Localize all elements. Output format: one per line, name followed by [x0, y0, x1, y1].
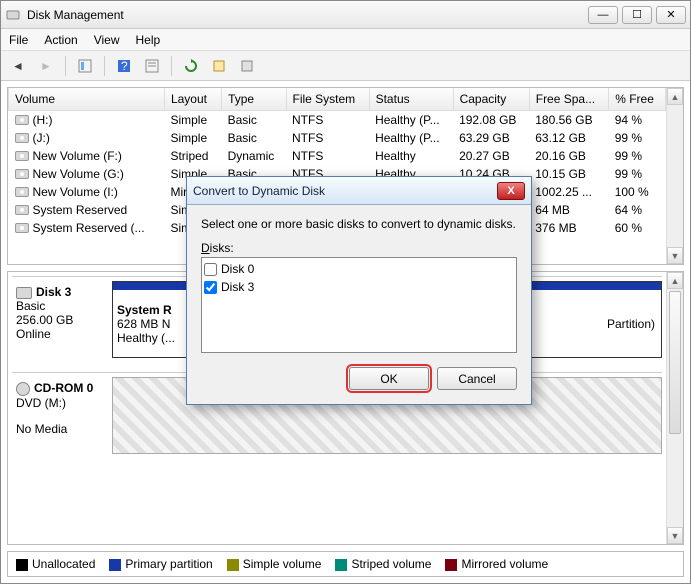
convert-dynamic-dialog: Convert to Dynamic Disk X Select one or …: [186, 176, 532, 405]
volume-icon: [15, 115, 29, 125]
volume-icon: [15, 205, 29, 215]
disk-checkbox[interactable]: [204, 263, 217, 276]
column-header[interactable]: Type: [222, 88, 286, 110]
volume-icon: [15, 223, 29, 233]
column-header[interactable]: Volume: [9, 88, 165, 110]
column-header[interactable]: % Free: [609, 88, 666, 110]
refresh-icon[interactable]: [180, 55, 202, 77]
scroll-down-icon[interactable]: ▼: [667, 247, 683, 264]
disk-info: CD-ROM 0 DVD (M:) No Media: [12, 377, 112, 454]
scroll-down-icon[interactable]: ▼: [667, 527, 683, 544]
titlebar: Disk Management — ☐ ✕: [1, 1, 690, 29]
scrollbar[interactable]: ▲ ▼: [666, 272, 683, 544]
disk-checkbox[interactable]: [204, 281, 217, 294]
dialog-instruction: Select one or more basic disks to conver…: [201, 217, 517, 231]
column-header[interactable]: Layout: [164, 88, 221, 110]
disk-listbox[interactable]: Disk 0 Disk 3: [201, 257, 517, 353]
separator: [171, 56, 172, 76]
menubar: File Action View Help: [1, 29, 690, 51]
column-header[interactable]: Free Spa...: [529, 88, 608, 110]
legend: Unallocated Primary partition Simple vol…: [7, 551, 684, 577]
column-header[interactable]: Capacity: [453, 88, 529, 110]
toolbar-icon[interactable]: [141, 55, 163, 77]
list-item[interactable]: Disk 3: [204, 278, 514, 296]
close-button[interactable]: ✕: [656, 6, 686, 24]
menu-help[interactable]: Help: [136, 33, 161, 47]
list-item[interactable]: Disk 0: [204, 260, 514, 278]
properties-icon[interactable]: [208, 55, 230, 77]
table-row[interactable]: New Volume (F:)StripedDynamicNTFSHealthy…: [9, 147, 666, 165]
volume-icon: [15, 169, 29, 179]
menu-view[interactable]: View: [94, 33, 120, 47]
column-header[interactable]: File System: [286, 88, 369, 110]
window-title: Disk Management: [27, 8, 588, 22]
disk-label: Disk 0: [221, 262, 254, 276]
ok-button[interactable]: OK: [349, 367, 429, 390]
help-icon[interactable]: ?: [113, 55, 135, 77]
volume-icon: [15, 133, 29, 143]
dialog-title: Convert to Dynamic Disk: [193, 184, 497, 198]
svg-text:?: ?: [121, 59, 128, 73]
maximize-button[interactable]: ☐: [622, 6, 652, 24]
disks-label: Disks:: [201, 241, 517, 255]
disk-label: Disk 3: [221, 280, 254, 294]
column-header[interactable]: Status: [369, 88, 453, 110]
toolbar-icon[interactable]: [74, 55, 96, 77]
toolbar: ◄ ► ?: [1, 51, 690, 81]
table-row[interactable]: (H:)SimpleBasicNTFSHealthy (P...192.08 G…: [9, 110, 666, 129]
back-button[interactable]: ◄: [7, 55, 29, 77]
volume-icon: [15, 151, 29, 161]
disk-icon: [16, 287, 32, 299]
disk-info: Disk 3 Basic 256.00 GB Online: [12, 281, 112, 358]
forward-button[interactable]: ►: [35, 55, 57, 77]
cdrom-icon: [16, 382, 30, 396]
partition[interactable]: System R 628 MB N Healthy (...: [112, 281, 187, 358]
menu-file[interactable]: File: [9, 33, 28, 47]
separator: [65, 56, 66, 76]
dialog-titlebar: Convert to Dynamic Disk X: [187, 177, 531, 205]
cancel-button[interactable]: Cancel: [437, 367, 517, 390]
menu-action[interactable]: Action: [44, 33, 77, 47]
dialog-close-button[interactable]: X: [497, 182, 525, 200]
minimize-button[interactable]: —: [588, 6, 618, 24]
toolbar-icon[interactable]: [236, 55, 258, 77]
app-icon: [5, 7, 21, 23]
table-row[interactable]: (J:)SimpleBasicNTFSHealthy (P...63.29 GB…: [9, 129, 666, 147]
volume-icon: [15, 187, 29, 197]
separator: [104, 56, 105, 76]
scroll-up-icon[interactable]: ▲: [667, 272, 683, 289]
scroll-up-icon[interactable]: ▲: [667, 88, 683, 105]
scrollbar[interactable]: ▲ ▼: [666, 88, 683, 264]
